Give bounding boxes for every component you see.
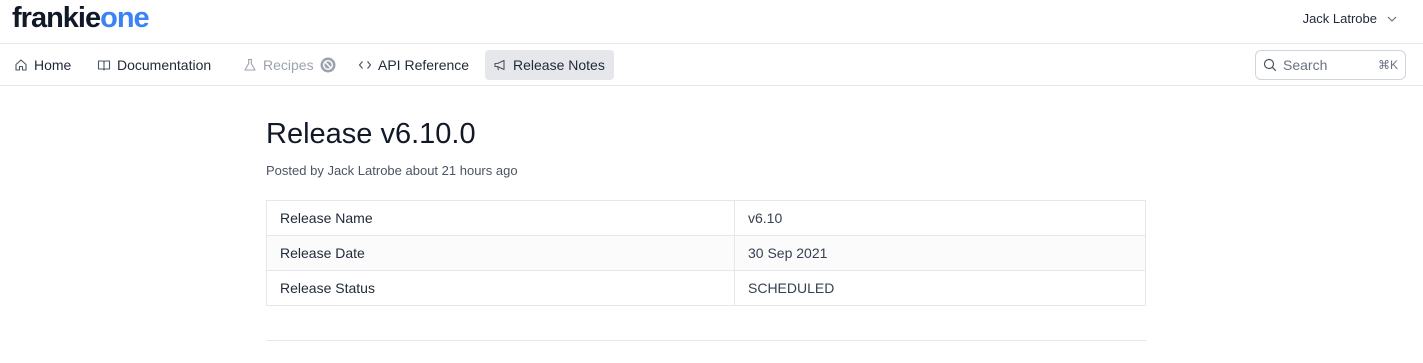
top-bar: frankieone Jack Latrobe (0, 0, 1423, 44)
nav-recipes[interactable]: Recipes (235, 50, 344, 80)
post-meta: Posted by Jack Latrobe about 21 hours ag… (266, 163, 1146, 178)
user-name: Jack Latrobe (1302, 11, 1377, 26)
content-divider (266, 340, 1146, 341)
book-icon (97, 60, 111, 71)
nav-api-reference[interactable]: API Reference (350, 50, 477, 80)
user-menu[interactable]: Jack Latrobe (1303, 11, 1397, 26)
logo-text-part2: one (100, 2, 150, 34)
table-value: 30 Sep 2021 (734, 235, 1146, 271)
post-author: Jack Latrobe (327, 163, 402, 178)
table-key: Release Date (266, 235, 735, 271)
post-time: about 21 hours ago (405, 163, 518, 178)
table-row: Release Date 30 Sep 2021 (266, 235, 1146, 271)
nav-release-notes-label: Release Notes (513, 57, 605, 73)
table-row: Release Status SCHEDULED (266, 270, 1146, 306)
table-key: Release Status (266, 270, 735, 306)
flask-icon (244, 58, 256, 71)
megaphone-icon (494, 59, 505, 71)
code-icon (358, 61, 372, 69)
nav-documentation-label: Documentation (117, 57, 212, 73)
search-box[interactable]: Search ⌘K (1255, 50, 1406, 80)
nav-home-label: Home (34, 57, 72, 73)
table-row: Release Name v6.10 (266, 200, 1146, 236)
search-shortcut: ⌘K (1377, 58, 1398, 72)
search-icon (1263, 58, 1277, 72)
release-content: Release v6.10.0 Posted by Jack Latrobe a… (266, 86, 1146, 306)
nav-api-reference-label: API Reference (378, 57, 470, 73)
disabled-icon (320, 57, 336, 73)
nav-documentation[interactable]: Documentation (89, 50, 219, 80)
nav-release-notes[interactable]: Release Notes (485, 50, 614, 80)
logo-text-part1: frankie (12, 2, 101, 34)
nav-home[interactable]: Home (6, 50, 79, 80)
search-label: Search (1283, 57, 1328, 73)
nav-recipes-label: Recipes (263, 57, 314, 73)
table-value: v6.10 (734, 200, 1146, 236)
home-icon (15, 59, 27, 71)
release-info-table: Release Name v6.10 Release Date 30 Sep 2… (266, 200, 1146, 306)
page-title: Release v6.10.0 (266, 118, 476, 150)
table-key: Release Name (266, 200, 735, 236)
nav-bar: Home Documentation Recipes API Reference… (0, 44, 1423, 86)
posted-prefix: Posted by (266, 163, 324, 178)
table-value: SCHEDULED (734, 270, 1146, 306)
frankieone-logo[interactable]: frankieone (12, 1, 150, 35)
chevron-down-icon (1387, 16, 1397, 22)
